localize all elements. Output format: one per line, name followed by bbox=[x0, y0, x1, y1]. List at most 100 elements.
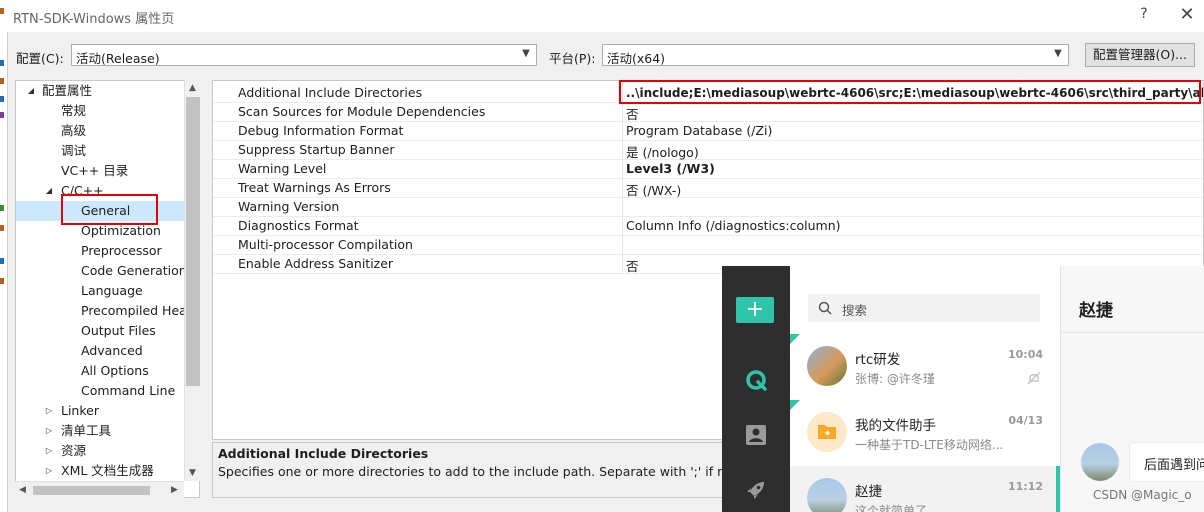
tree-node-manifest-tool[interactable]: ▷ 清单工具 bbox=[44, 421, 184, 441]
description-title: Additional Include Directories bbox=[218, 446, 429, 461]
expand-icon[interactable]: ▷ bbox=[44, 461, 54, 481]
tree-node-label: XML 文档生成器 bbox=[61, 463, 154, 478]
pinned-marker bbox=[790, 334, 800, 344]
grid-row[interactable]: Warning Level Level3 (/W3) bbox=[213, 159, 1203, 179]
conversation-time: 04/13 bbox=[1008, 414, 1043, 427]
property-name: Additional Include Directories bbox=[238, 85, 423, 100]
tree-node-resources[interactable]: ▷ 资源 bbox=[44, 441, 184, 461]
mute-icon bbox=[1027, 371, 1041, 385]
expand-icon[interactable]: ▷ bbox=[44, 421, 54, 441]
conversation-time: 10:04 bbox=[1007, 348, 1043, 361]
avatar bbox=[807, 412, 847, 452]
grid-row[interactable]: Treat Warnings As Errors 否 (/WX-) bbox=[213, 178, 1203, 198]
configuration-manager-button[interactable]: 配置管理器(O)... bbox=[1085, 43, 1195, 67]
chat-logo-icon[interactable] bbox=[744, 368, 768, 392]
property-name: Multi-processor Compilation bbox=[238, 237, 413, 252]
chat-window: 赵捷 后面遇到问 bbox=[1060, 266, 1204, 512]
conversation-item-active[interactable]: 赵捷 这个就简单了 11:12 bbox=[790, 466, 1060, 512]
tree-item-all-options[interactable]: All Options bbox=[81, 361, 149, 381]
tree-node-linker[interactable]: ▷ Linker bbox=[44, 401, 184, 421]
property-name: Warning Level bbox=[238, 161, 327, 176]
property-name: Scan Sources for Module Dependencies bbox=[238, 104, 486, 119]
grid-row[interactable]: Multi-processor Compilation bbox=[213, 235, 1203, 255]
conversation-name: rtc研发 bbox=[855, 352, 901, 368]
tree-item-general-cn[interactable]: 常规 bbox=[61, 101, 86, 121]
tree-node-configuration-properties[interactable]: ◢ 配置属性 bbox=[16, 81, 186, 101]
avatar bbox=[1081, 443, 1119, 481]
scrollbar-thumb[interactable] bbox=[186, 97, 200, 386]
add-button[interactable]: + bbox=[736, 297, 774, 323]
conversation-snippet: 一种基于TD-LTE移动网络... bbox=[855, 438, 1004, 452]
search-input[interactable]: 搜索 bbox=[808, 294, 1040, 322]
collapse-icon[interactable]: ◢ bbox=[44, 181, 54, 201]
rocket-icon[interactable] bbox=[744, 478, 768, 502]
platform-value: 活动(x64) bbox=[607, 51, 666, 66]
property-value[interactable]: Program Database (/Zi) bbox=[626, 123, 772, 138]
configuration-dropdown[interactable]: 活动(Release) ▼ bbox=[71, 44, 537, 66]
scroll-right-icon[interactable]: ▶ bbox=[171, 485, 178, 495]
watermark: CSDN @Magic_o bbox=[1093, 488, 1192, 502]
conversation-item[interactable]: rtc研发 张博: @许冬瑾 10:04 bbox=[790, 334, 1060, 400]
property-name: Suppress Startup Banner bbox=[238, 142, 395, 157]
conversation-time: 11:12 bbox=[1007, 480, 1043, 493]
collapse-icon[interactable]: ◢ bbox=[26, 81, 36, 101]
message-bubble[interactable]: 后面遇到问 bbox=[1129, 442, 1204, 482]
scroll-down-icon[interactable]: ▼ bbox=[189, 468, 196, 478]
grid-row[interactable]: Scan Sources for Module Dependencies 否 bbox=[213, 102, 1203, 122]
help-button[interactable]: ? bbox=[1134, 6, 1154, 22]
property-name: Debug Information Format bbox=[238, 123, 404, 138]
scroll-left-icon[interactable]: ◀ bbox=[19, 485, 26, 495]
platform-dropdown[interactable]: 活动(x64) ▼ bbox=[602, 44, 1069, 66]
divider bbox=[1061, 332, 1204, 333]
property-tree: ◢ 配置属性 常规 高级 调试 VC++ 目录 ◢ C/C++ General … bbox=[15, 80, 200, 498]
platform-label: 平台(P): bbox=[549, 51, 596, 66]
expand-icon[interactable]: ▷ bbox=[44, 401, 54, 421]
avatar bbox=[807, 478, 847, 512]
conversation-snippet: 张博: @许冬瑾 bbox=[855, 372, 935, 386]
annotation-highlight-include-dirs bbox=[619, 80, 1201, 104]
conversation-snippet: 这个就简单了 bbox=[855, 504, 928, 512]
tree-item-language[interactable]: Language bbox=[81, 281, 143, 301]
grid-row[interactable]: Warning Version bbox=[213, 197, 1203, 217]
tree-item-code-generation[interactable]: Code Generation bbox=[81, 261, 187, 281]
chat-app-overlay: + 搜索 rtc研发 张博: @许冬瑾 10:04 我的文件助手 一种基于TD-… bbox=[722, 266, 1204, 512]
tree-horizontal-scrollbar[interactable]: ◀ ▶ bbox=[15, 481, 184, 499]
window-title: RTN-SDK-Windows 属性页 bbox=[13, 12, 175, 27]
tree-item-vc-directories[interactable]: VC++ 目录 bbox=[61, 161, 128, 181]
annotation-highlight-general bbox=[61, 194, 158, 225]
scroll-up-icon[interactable]: ▲ bbox=[189, 83, 196, 93]
tree-item-precompiled-headers[interactable]: Precompiled Headers bbox=[81, 301, 199, 321]
property-name: Treat Warnings As Errors bbox=[238, 180, 391, 195]
tree-item-preprocessor[interactable]: Preprocessor bbox=[81, 241, 162, 261]
tree-node-label: 资源 bbox=[61, 443, 87, 458]
scrollbar-thumb[interactable] bbox=[33, 486, 150, 495]
tree-node-xml-doc-generator[interactable]: ▷ XML 文档生成器 bbox=[44, 461, 194, 481]
property-value[interactable]: 否 bbox=[626, 256, 639, 275]
folder-icon bbox=[818, 425, 836, 439]
contacts-icon[interactable] bbox=[744, 423, 768, 447]
configuration-label: 配置(C): bbox=[16, 51, 64, 66]
avatar bbox=[807, 346, 847, 386]
message-text: 后面遇到问 bbox=[1144, 458, 1204, 473]
title-bar: RTN-SDK-Windows 属性页 ? ✕ bbox=[7, 0, 1204, 32]
chat-sidebar: + bbox=[722, 266, 790, 512]
conversation-item[interactable]: 我的文件助手 一种基于TD-LTE移动网络... 04/13 bbox=[790, 400, 1060, 466]
tree-vertical-scrollbar[interactable]: ▲ ▼ bbox=[184, 80, 201, 481]
close-button[interactable]: ✕ bbox=[1175, 4, 1199, 25]
tree-item-command-line[interactable]: Command Line bbox=[81, 381, 175, 401]
grid-row[interactable]: Diagnostics Format Column Info (/diagnos… bbox=[213, 216, 1203, 236]
pinned-marker bbox=[790, 400, 800, 410]
grid-row[interactable]: Debug Information Format Program Databas… bbox=[213, 121, 1203, 141]
tree-node-label: 配置属性 bbox=[42, 83, 93, 98]
grid-row[interactable]: Suppress Startup Banner 是 (/nologo) bbox=[213, 140, 1203, 160]
tree-node-label: 清单工具 bbox=[61, 423, 112, 438]
property-value[interactable]: Column Info (/diagnostics:column) bbox=[626, 218, 841, 233]
tree-item-output-files[interactable]: Output Files bbox=[81, 321, 156, 341]
tree-item-debugging[interactable]: 调试 bbox=[61, 141, 86, 161]
background-editor-strip bbox=[0, 0, 8, 512]
expand-icon[interactable]: ▷ bbox=[44, 441, 54, 461]
search-placeholder: 搜索 bbox=[842, 303, 868, 318]
tree-item-advanced-cn[interactable]: 高级 bbox=[61, 121, 86, 141]
tree-item-advanced[interactable]: Advanced bbox=[81, 341, 143, 361]
property-value[interactable]: Level3 (/W3) bbox=[626, 161, 715, 176]
